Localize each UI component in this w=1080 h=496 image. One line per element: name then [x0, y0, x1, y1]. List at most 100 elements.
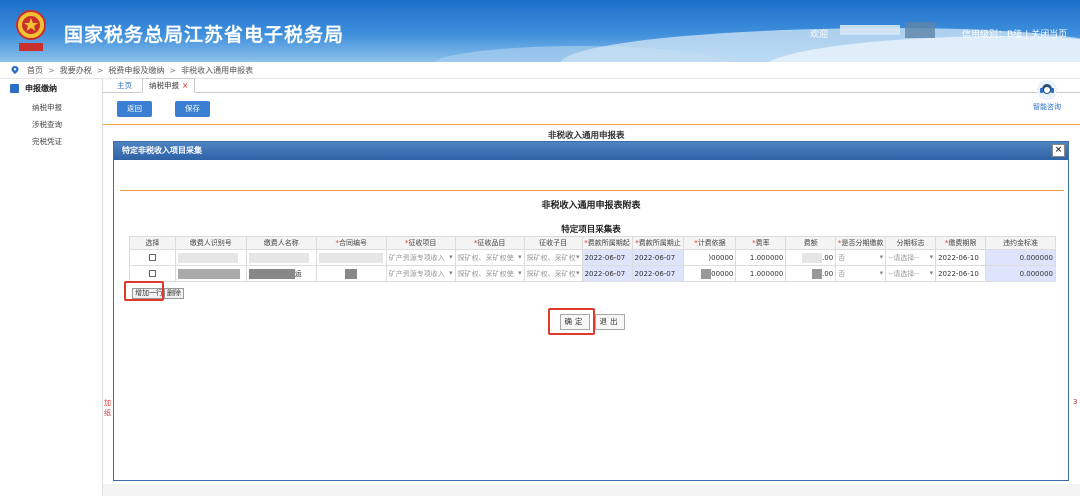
rate-input[interactable]: 1.000000: [735, 249, 787, 266]
attachment-title: 非税收入通用申报表附表: [541, 201, 641, 211]
redacted-user: [840, 25, 900, 35]
redacted-value: [248, 268, 295, 279]
redacted-value: [812, 268, 823, 279]
period-end-input[interactable]: 2022-06-07: [631, 249, 685, 266]
rate-input[interactable]: 1.000000: [735, 265, 787, 282]
installment-flag-value: --请选择--: [888, 269, 920, 278]
penalty-input[interactable]: 0.000000: [985, 249, 1056, 266]
col-project: *征收项目: [385, 236, 456, 250]
installment-select[interactable]: 否 ▾: [835, 265, 887, 282]
back-button[interactable]: 返回: [117, 101, 152, 117]
col-label: 缴费人识别号: [189, 239, 232, 247]
col-label: 缴费期限: [948, 239, 977, 247]
installment-select[interactable]: 否 ▾: [835, 249, 887, 266]
sidebar-section[interactable]: 申报缴纳: [0, 79, 102, 94]
chevron-down-icon: ▾: [518, 252, 522, 261]
sidebar: 申报缴纳 纳税申报 涉税查询 完税凭证: [0, 79, 103, 496]
headset-icon: [1037, 80, 1057, 100]
credit-level: 信用级别：B级 | 关闭当页: [962, 27, 1067, 40]
col-penalty: 违约金标准: [985, 236, 1056, 250]
redacted-value[interactable]: [318, 252, 383, 263]
col-label: 分期标志: [896, 239, 925, 247]
chevron-down-icon: ▾: [576, 268, 580, 277]
subitem-select[interactable]: 探矿权、采矿权 ▾: [523, 265, 583, 282]
col-label: 选择: [145, 239, 160, 247]
col-period-start: *费款所属期起: [581, 236, 633, 250]
row-checkbox[interactable]: [148, 254, 156, 261]
col-contract-no: *合同编号: [315, 236, 387, 250]
dialog-title-text: 特定非税收入项目采集: [122, 146, 202, 155]
col-payer-id: 缴费人识别号: [174, 236, 247, 250]
installment-value: 否: [838, 269, 846, 278]
col-label: 费款所属期起: [587, 239, 630, 247]
basis-input[interactable]: 00000: [683, 265, 737, 282]
period-start-input[interactable]: 2022-06-07: [581, 249, 633, 266]
table-row: 矿产资源专项收入 ▾ 探矿权、采矿权使 ▾ 探矿权、采矿权 ▾ 2022-06-07 …: [129, 249, 1056, 266]
sidebar-item-tax-query[interactable]: 涉税查询: [0, 113, 102, 130]
penalty-input[interactable]: 0.000000: [985, 265, 1056, 282]
table-row: 运 矿产资源专项收入 ▾ 探矿权、采矿权使 ▾ 探矿权、采矿权 ▾ 2022-06-0…: [129, 265, 1056, 282]
amount-value: .00: [822, 269, 834, 278]
chevron-down-icon: ▾: [879, 252, 884, 261]
deadline-input[interactable]: 2022-06-10: [935, 249, 987, 266]
installment-flag-select[interactable]: --请选择-- ▾: [885, 249, 937, 266]
basis-input[interactable]: )00000: [683, 249, 737, 266]
chevron-down-icon: ▾: [879, 268, 884, 277]
installment-flag-select[interactable]: --请选择-- ▾: [885, 265, 937, 282]
page-title: 非税收入通用申报表: [548, 131, 625, 141]
project-value: 矿产资源专项收入: [388, 253, 445, 262]
col-installment: *是否分期缴款: [835, 236, 887, 250]
row-checkbox[interactable]: [148, 270, 156, 277]
subitem-select[interactable]: 探矿权、采矿权 ▾: [523, 249, 583, 266]
tab-close-icon[interactable]: ×: [182, 81, 188, 90]
breadcrumb-separator: >: [96, 65, 104, 75]
item-select[interactable]: 探矿权、采矿权使 ▾: [454, 265, 525, 282]
col-label: 费额: [803, 239, 818, 247]
save-button[interactable]: 保存: [175, 101, 210, 117]
col-label: 费率: [755, 239, 770, 247]
col-label: 计费依据: [697, 239, 726, 247]
help-label: 智能咨询: [1033, 103, 1061, 111]
tab-tax-declare[interactable]: 纳税申报 ×: [142, 78, 196, 93]
breadcrumb-declare[interactable]: 税费申报及缴纳: [108, 65, 164, 76]
redacted-value[interactable]: [345, 268, 358, 279]
highlight-box: [124, 281, 164, 301]
amount-cell: .00: [785, 265, 837, 282]
payer-id-cell: [174, 249, 247, 266]
installment-value: 否: [838, 253, 846, 262]
sidebar-item-tax-declare[interactable]: 纳税申报: [0, 94, 102, 113]
close-icon[interactable]: ×: [1052, 144, 1065, 157]
delete-row-button[interactable]: 删除: [164, 288, 184, 299]
help-consult[interactable]: 智能咨询: [1028, 80, 1066, 112]
col-label: 征收品目: [477, 239, 506, 247]
breadcrumb: 首页 > 我要办税 > 税费申报及缴纳 > 非税收入通用申报表: [0, 62, 1080, 79]
project-select[interactable]: 矿产资源专项收入 ▾: [385, 265, 456, 282]
project-select[interactable]: 矿产资源专项收入 ▾: [385, 249, 456, 266]
highlight-box: [548, 308, 595, 335]
tab-label: 纳税申报: [149, 81, 179, 90]
tax-emblem-logo: [16, 10, 46, 51]
subitem-value: 探矿权、采矿权: [526, 269, 576, 278]
location-pin-icon: [11, 66, 19, 74]
col-payer-name: 缴费人名称: [245, 236, 317, 250]
exit-button[interactable]: 退出: [595, 314, 625, 330]
separator: |: [1025, 30, 1029, 40]
item-select[interactable]: 探矿权、采矿权使 ▾: [454, 249, 525, 266]
footer-strip: [103, 484, 1080, 496]
payer-name-cell: [245, 249, 317, 266]
deadline-input[interactable]: 2022-06-10: [935, 265, 987, 282]
select-cell: [129, 265, 176, 282]
col-period-end: *费款所属期止: [631, 236, 685, 250]
chevron-down-icon: ▾: [576, 252, 580, 261]
dialog-title: 特定非税收入项目采集 ×: [114, 142, 1068, 160]
sidebar-item-certificate[interactable]: 完税凭证: [0, 130, 102, 147]
payer-name-tail: 运: [294, 269, 302, 278]
breadcrumb-tax[interactable]: 我要办税: [60, 65, 92, 76]
chevron-down-icon: ▾: [449, 252, 453, 261]
col-label: 违约金标准: [1003, 239, 1039, 247]
period-start-input[interactable]: 2022-06-07: [581, 265, 633, 282]
tab-home[interactable]: 主页: [111, 79, 138, 92]
breadcrumb-home[interactable]: 首页: [27, 65, 43, 76]
close-page-link[interactable]: 关闭当页: [1031, 30, 1067, 40]
period-end-input[interactable]: 2022-06-07: [631, 265, 685, 282]
